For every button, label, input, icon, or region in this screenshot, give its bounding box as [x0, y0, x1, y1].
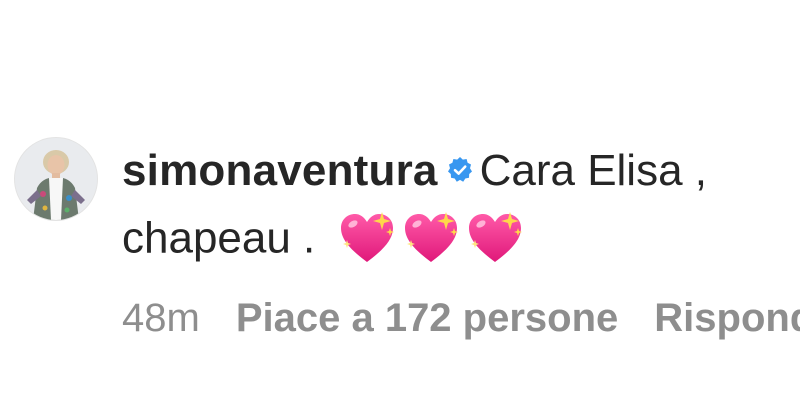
verified-badge-icon: [446, 156, 474, 184]
comment-line-2: chapeau .: [122, 208, 530, 264]
emoji-group: [338, 210, 530, 266]
sparkling-heart-icon: [402, 210, 460, 266]
comment-timestamp: 48m: [122, 296, 200, 340]
username-link[interactable]: simonaventura: [122, 146, 438, 195]
reply-button[interactable]: Rispondi: [654, 296, 800, 340]
comment-line-1: simonaventura Cara Elisa ,: [122, 145, 707, 197]
comment: simonaventura Cara Elisa , chapeau . 48m…: [0, 0, 800, 419]
sparkling-heart-icon: [338, 210, 396, 266]
likes-count-link[interactable]: Piace a 172 persone: [236, 296, 618, 340]
avatar[interactable]: [15, 138, 97, 220]
sparkling-heart-icon: [466, 210, 524, 266]
comment-text-part-2: chapeau .: [122, 213, 316, 263]
comment-meta: 48m Piace a 172 persone Rispondi: [122, 292, 800, 344]
comment-text-part-1: Cara Elisa ,: [479, 146, 708, 195]
profile-photo: [15, 138, 97, 220]
